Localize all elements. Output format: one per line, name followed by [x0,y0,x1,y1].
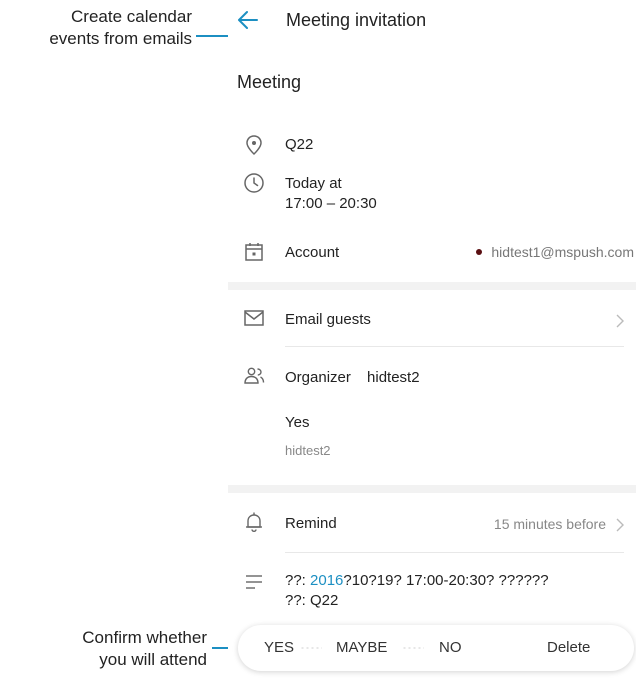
organizer-name: hidtest2 [367,369,420,386]
callout-connector-top [196,35,232,37]
description-line-1: ??: 2016?10?19? 17:00-20:30? ?????? [285,571,549,591]
description-text: ??: 2016?10?19? 17:00-20:30? ?????? ??: … [285,571,549,611]
description-line-2: ??: Q22 [285,592,339,609]
envelope-icon [244,310,264,326]
callout-confirm-attend: Confirm whether you will attend [0,627,207,671]
description-prefix: ??: [285,572,311,589]
account-label: Account [285,244,340,261]
people-icon [244,367,265,384]
organizer-row: Organizer hidtest2 [228,362,636,396]
chevron-right-icon [616,314,624,328]
description-row: ??: 2016?10?19? 17:00-20:30? ?????? ??: … [228,568,636,616]
no-button[interactable]: NO [439,625,462,671]
organizer-info: Organizer hidtest2 [285,369,420,386]
notes-icon [246,575,262,589]
remind-row[interactable]: Remind 15 minutes before [228,508,636,542]
section-divider [228,282,636,290]
time-row: Today at 17:00 – 20:30 [228,170,636,218]
email-guests-row[interactable]: Email guests [228,304,636,338]
chevron-right-icon [616,518,624,532]
separator-dots [402,647,424,649]
location-row: Q22 [228,132,636,162]
time-line-1: Today at [285,175,342,192]
response-status: Yes [285,414,310,431]
account-email: hidtest1@mspush.com [491,244,634,260]
callout-create-events: Create calendar events from emails [0,6,192,50]
delete-button[interactable]: Delete [547,625,590,671]
yes-button[interactable]: YES [264,625,294,671]
description-date-link[interactable]: 2016 [310,572,343,589]
back-button[interactable] [228,0,268,40]
clock-icon [244,173,264,193]
response-info: Yes hidtest2 [285,414,331,458]
maybe-button[interactable]: MAYBE [336,625,387,671]
page-title: Meeting invitation [286,9,427,30]
callout-line-2: events from emails [49,29,192,48]
account-color-dot [476,249,483,255]
location-pin-icon [246,135,262,156]
app-header: Meeting invitation [228,0,636,40]
callout-line-3: Confirm whether [82,628,207,647]
response-action-bar: YES MAYBE NO Delete [238,625,634,671]
remind-label: Remind [285,515,337,532]
separator-dots [300,647,322,649]
account-row[interactable]: Account hidtest1@mspush.com [228,240,636,270]
arrow-left-icon [238,11,258,29]
remind-value: 15 minutes before [493,516,606,532]
meeting-invitation-screen: Meeting invitation Meeting Q22 Today at … [228,0,636,681]
description-suffix: ?10?19? 17:00-20:30? ?????? [343,572,549,589]
response-row: Yes hidtest2 [228,412,636,466]
email-guests-label: Email guests [285,311,371,328]
row-divider [285,346,624,347]
calendar-icon [245,243,263,261]
account-email-group: hidtest1@mspush.com [476,244,634,260]
bell-icon [246,512,262,533]
organizer-label: Organizer [285,369,351,386]
response-name: hidtest2 [285,443,331,458]
time-value: Today at 17:00 – 20:30 [285,174,377,214]
row-divider [285,552,624,553]
location-value: Q22 [285,136,314,153]
time-line-2: 17:00 – 20:30 [285,195,377,212]
callout-line-1: Create calendar [71,7,192,26]
meeting-title: Meeting [237,72,302,92]
callout-line-4: you will attend [99,650,207,669]
section-divider [228,485,636,493]
